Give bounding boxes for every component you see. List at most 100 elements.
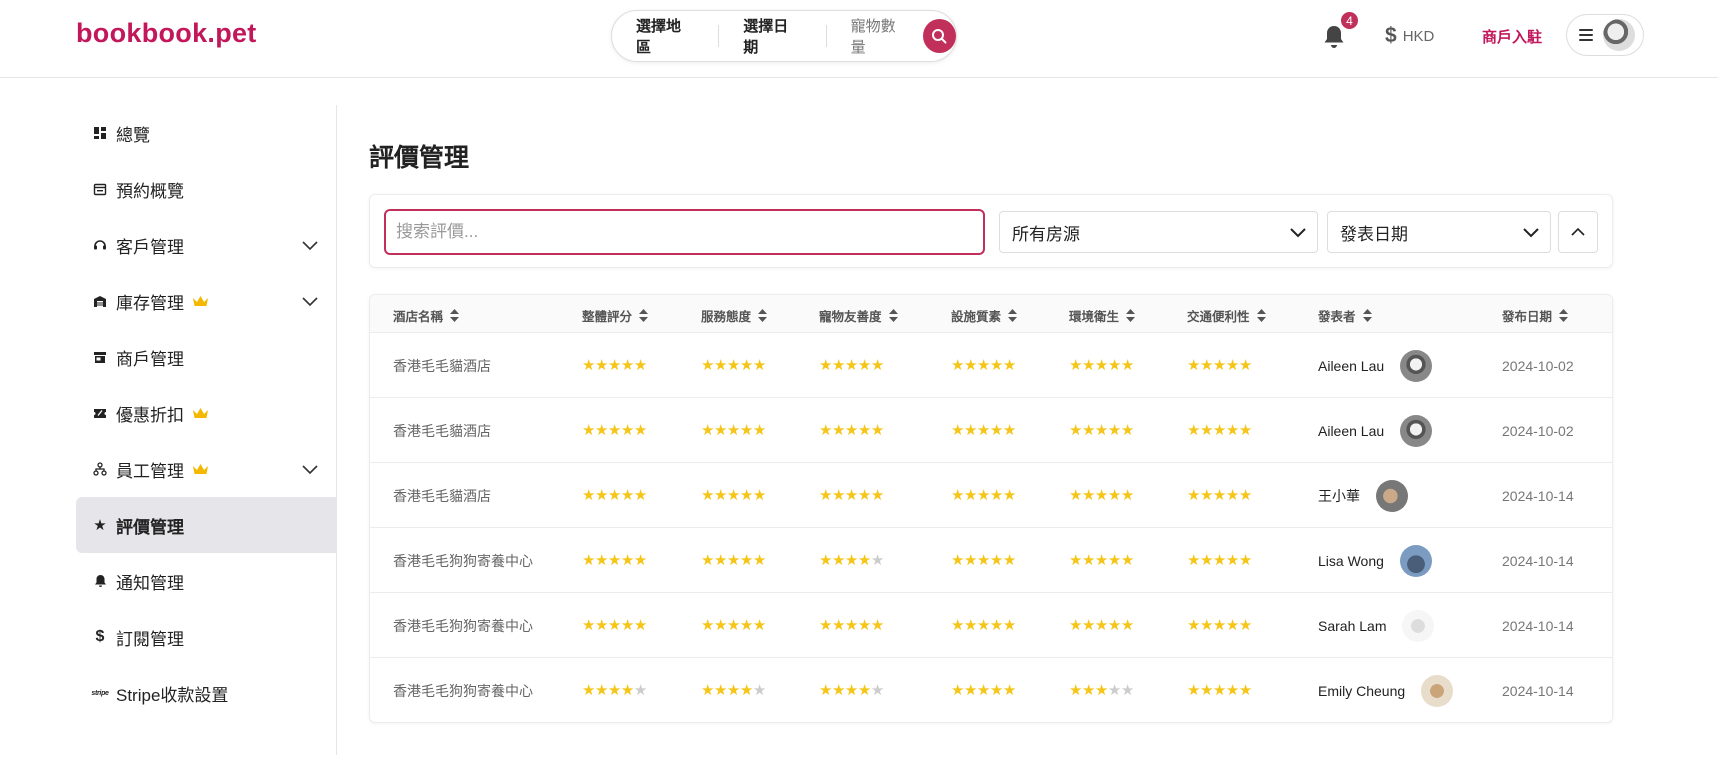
- column-header[interactable]: 發表者: [1318, 306, 1372, 325]
- star-filled-icon: ★: [1187, 617, 1200, 634]
- star-filled-icon: ★: [951, 552, 964, 569]
- merchant-signup-link[interactable]: 商戶入駐: [1482, 26, 1542, 47]
- star-rating: ★ ★ ★ ★ ★: [1069, 358, 1134, 373]
- table-row[interactable]: 香港毛毛狗狗寄養中心 ★ ★ ★ ★ ★ ★ ★ ★ ★ ★ ★ ★ ★ ★ ★ ★ ★ ★ ★ ★ ★ ★ ★ ★ ★ ★ ★ ★ ★ ★…: [370, 593, 1612, 658]
- sidebar-item[interactable]: 員工管理: [76, 441, 336, 497]
- star-filled-icon: ★: [857, 617, 871, 634]
- rating-cell: ★ ★ ★ ★ ★: [1069, 528, 1134, 593]
- star-filled-icon: ★: [1002, 682, 1016, 699]
- property-select[interactable]: 所有房源: [999, 211, 1318, 253]
- star-rating: ★ ★ ★ ★ ★: [819, 488, 884, 503]
- star-filled-icon: ★: [857, 552, 871, 569]
- column-header[interactable]: 發布日期: [1502, 306, 1569, 325]
- column-header[interactable]: 服務態度: [701, 306, 768, 325]
- pet-count-selector[interactable]: 寵物數量: [827, 15, 921, 57]
- store-icon: [92, 349, 108, 365]
- sidebar-item-label: 優惠折扣: [116, 405, 184, 425]
- star-filled-icon: ★: [582, 487, 595, 504]
- star-filled-icon: ★: [1238, 617, 1252, 634]
- star-filled-icon: ★: [633, 357, 647, 374]
- star-filled-icon: ★: [620, 357, 634, 374]
- sidebar-item[interactable]: ★ 評價管理: [76, 497, 336, 553]
- brand-logo[interactable]: bookbook.pet: [76, 18, 257, 49]
- star-filled-icon: ★: [1081, 357, 1095, 374]
- search-bar: 選擇地區 選擇日期 寵物數量: [611, 10, 957, 62]
- rating-cell: ★ ★ ★ ★ ★: [1069, 398, 1134, 463]
- star-filled-icon: ★: [701, 617, 714, 634]
- star-filled-icon: ★: [701, 682, 714, 699]
- sidebar-item[interactable]: 優惠折扣: [76, 385, 336, 441]
- rating-cell: ★ ★ ★ ★ ★: [582, 398, 647, 463]
- star-rating: ★ ★ ★ ★ ★: [582, 423, 647, 438]
- star-filled-icon: ★: [752, 422, 766, 439]
- chevron-down-icon: [1523, 228, 1539, 238]
- star-rating: ★ ★ ★ ★ ★: [1069, 488, 1134, 503]
- table-row[interactable]: 香港毛毛狗狗寄養中心 ★ ★ ★ ★ ★ ★ ★ ★ ★ ★ ★ ★ ★ ★ ★ ★ ★ ★ ★ ★ ★ ★ ★ ★ ★ ★ ★ ★ ★ ★…: [370, 528, 1612, 593]
- star-filled-icon: ★: [831, 682, 845, 699]
- hotel-name: 香港毛毛狗狗寄養中心: [393, 552, 533, 569]
- sidebar-item-label: 客戶管理: [116, 237, 184, 257]
- column-header[interactable]: 交通便利性: [1187, 306, 1266, 325]
- sidebar: 總覽 預約概覽客戶管理庫存管理商戶管理優惠折扣員工管理 ★ 評價管理 通知管理 $ 訂閱管理…: [76, 105, 337, 755]
- table-row[interactable]: 香港毛毛貓酒店 ★ ★ ★ ★ ★ ★ ★ ★ ★ ★ ★ ★ ★ ★ ★ ★ ★ ★ ★ ★ ★ ★ ★ ★ ★ ★ ★ ★ ★ ★ 王小華…: [370, 463, 1612, 528]
- author-name: 王小華: [1318, 487, 1360, 504]
- hotel-name: 香港毛毛狗狗寄養中心: [393, 617, 533, 634]
- sidebar-item[interactable]: 客戶管理: [76, 217, 336, 273]
- stripe-icon: stripe: [91, 689, 109, 697]
- sidebar-item[interactable]: 通知管理: [76, 553, 336, 609]
- search-button[interactable]: [922, 19, 956, 53]
- table-row[interactable]: 香港毛毛狗狗寄養中心 ★ ★ ★ ★ ★ ★ ★ ★ ★ ★ ★ ★ ★ ★ ★ ★ ★ ★ ★ ★ ★ ★ ★ ★ ★ ★ ★ ★ ★ ★…: [370, 658, 1612, 722]
- table-header: 酒店名稱 整體評分 服務態度 寵物友善度 設施質素 環境衛生 交通便利性 發表者 發布日期: [370, 295, 1612, 333]
- column-header[interactable]: 設施質素: [951, 306, 1018, 325]
- column-header[interactable]: 整體評分: [582, 306, 649, 325]
- currency-selector[interactable]: $ HKD: [1385, 24, 1434, 48]
- column-header[interactable]: 寵物友善度: [819, 306, 898, 325]
- author-name: Aileen Lau: [1318, 422, 1385, 439]
- star-filled-icon: ★: [726, 422, 740, 439]
- star-filled-icon: ★: [1120, 422, 1134, 439]
- column-header[interactable]: 酒店名稱: [393, 306, 460, 325]
- sidebar-item[interactable]: 總覽: [76, 105, 336, 161]
- sidebar-item-label: 員工管理: [116, 461, 184, 481]
- user-menu-button[interactable]: [1566, 14, 1644, 56]
- sidebar-item[interactable]: 庫存管理: [76, 273, 336, 329]
- star-filled-icon: ★: [1187, 682, 1200, 699]
- sort-order-toggle[interactable]: [1558, 211, 1598, 253]
- star-filled-icon: ★: [963, 617, 977, 634]
- table-row[interactable]: 香港毛毛貓酒店 ★ ★ ★ ★ ★ ★ ★ ★ ★ ★ ★ ★ ★ ★ ★ ★ ★ ★ ★ ★ ★ ★ ★ ★ ★ ★ ★ ★ ★ ★ Ail…: [370, 398, 1612, 463]
- star-rating: ★ ★ ★ ★ ★: [819, 423, 884, 438]
- column-header[interactable]: 環境衛生: [1069, 306, 1136, 325]
- review-search-input[interactable]: [384, 209, 985, 255]
- sidebar-item[interactable]: 預約概覽: [76, 161, 336, 217]
- star-filled-icon: ★: [1069, 682, 1082, 699]
- star-filled-icon: ★: [951, 487, 964, 504]
- date-sort-select[interactable]: 發表日期: [1327, 211, 1551, 253]
- chevron-down-icon: [302, 297, 318, 307]
- star-rating: ★ ★ ★ ★ ★: [582, 618, 647, 633]
- table-row[interactable]: 香港毛毛貓酒店 ★ ★ ★ ★ ★ ★ ★ ★ ★ ★ ★ ★ ★ ★ ★ ★ ★ ★ ★ ★ ★ ★ ★ ★ ★ ★ ★ ★ ★ ★ Ail…: [370, 333, 1612, 398]
- star-rating: ★ ★ ★ ★ ★: [1069, 618, 1134, 633]
- star-filled-icon: ★: [620, 487, 634, 504]
- date-selector[interactable]: 選擇日期: [719, 15, 825, 57]
- sidebar-item-label: 庫存管理: [116, 293, 184, 313]
- star-filled-icon: ★: [819, 617, 832, 634]
- star-filled-icon: ★: [951, 422, 964, 439]
- star-filled-icon: ★: [633, 617, 647, 634]
- star-filled-icon: ★: [976, 617, 990, 634]
- sidebar-item[interactable]: $ 訂閱管理: [76, 609, 336, 665]
- filter-panel: 所有房源 發表日期: [369, 194, 1613, 268]
- star-filled-icon: ★: [701, 487, 714, 504]
- author-cell: Aileen Lau: [1318, 398, 1433, 463]
- region-selector[interactable]: 選擇地區: [612, 15, 718, 57]
- star-filled-icon: ★: [870, 422, 884, 439]
- rating-cell: ★ ★ ★ ★ ★: [1069, 658, 1134, 722]
- sidebar-item[interactable]: 商戶管理: [76, 329, 336, 385]
- star-filled-icon: ★: [594, 552, 608, 569]
- star-rating: ★ ★ ★ ★ ★: [1187, 358, 1252, 373]
- star-filled-icon: ★: [1187, 357, 1200, 374]
- star-filled-icon: ★: [739, 357, 753, 374]
- sidebar-item[interactable]: stripe Stripe收款設置: [76, 665, 336, 721]
- author-name: Sarah Lam: [1318, 617, 1387, 634]
- star-filled-icon: ★: [1199, 487, 1213, 504]
- star-filled-icon: ★: [1212, 682, 1226, 699]
